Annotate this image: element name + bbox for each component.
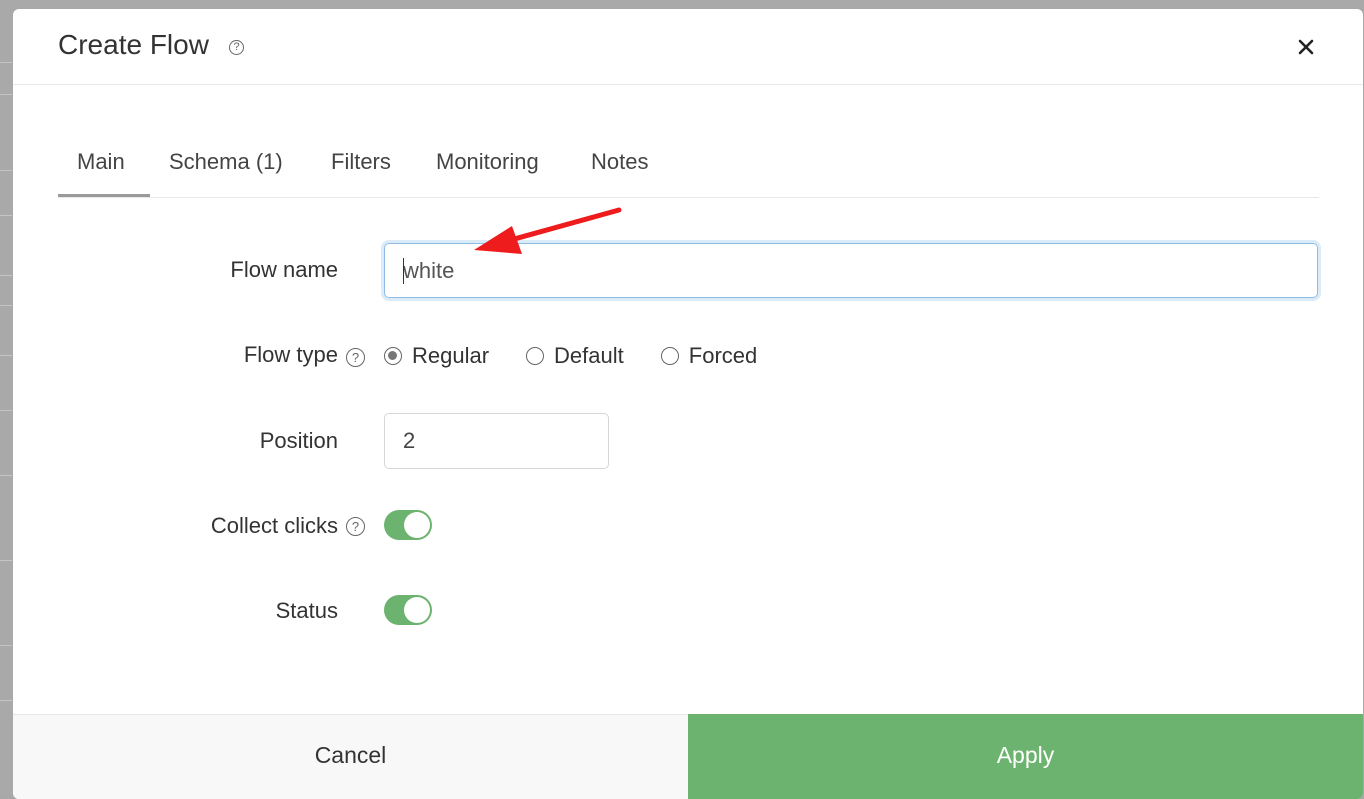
flow-type-label: Flow type — [243, 342, 338, 367]
toggle-knob — [404, 597, 430, 623]
apply-button[interactable]: Apply — [688, 714, 1363, 799]
dialog-footer: Cancel Apply — [13, 714, 1363, 799]
tab-filters[interactable]: Filters — [331, 149, 391, 175]
text-caret — [403, 258, 404, 284]
radio-button[interactable] — [526, 347, 545, 365]
active-tab-indicator — [58, 194, 150, 197]
background-divider — [0, 560, 12, 561]
background-divider — [0, 62, 12, 63]
background-divider — [0, 700, 12, 701]
tab-monitoring[interactable]: Monitoring — [436, 149, 539, 175]
background-divider — [0, 645, 12, 646]
background-divider — [0, 355, 12, 356]
radio-label: Default — [554, 343, 624, 368]
status-toggle[interactable] — [384, 595, 432, 625]
background-divider — [0, 215, 12, 216]
background-divider — [0, 170, 12, 171]
flow-type-forced-radio[interactable]: Forced — [660, 343, 758, 369]
background-divider — [0, 475, 12, 476]
cancel-button[interactable]: Cancel — [13, 714, 688, 799]
status-label: Status — [275, 598, 338, 623]
question-circle-icon[interactable]: ? — [346, 348, 365, 367]
background-divider — [0, 275, 12, 276]
tab-bar: Main Schema (1) Filters Monitoring Notes — [58, 137, 1319, 198]
background-divider — [0, 410, 12, 411]
question-circle-icon[interactable]: ? — [229, 40, 244, 55]
position-label: Position — [259, 428, 338, 453]
flow-type-regular-radio[interactable]: Regular — [384, 343, 489, 369]
tab-notes[interactable]: Notes — [591, 149, 648, 175]
collect-clicks-label: Collect clicks — [210, 513, 338, 538]
dialog-header: Create Flow ? — [13, 9, 1363, 85]
flow-name-label: Flow name — [230, 257, 338, 282]
flow-name-value: white — [403, 258, 455, 283]
flow-type-radio-group: Regular Default Forced — [384, 341, 794, 371]
dialog-title: Create Flow — [58, 29, 209, 60]
radio-button-checked[interactable] — [384, 347, 402, 365]
question-circle-icon[interactable]: ? — [346, 517, 365, 536]
toggle-knob — [404, 512, 430, 538]
create-flow-dialog: Create Flow ? Main Schema (1) Filters Mo… — [13, 9, 1363, 799]
radio-button[interactable] — [660, 347, 679, 365]
position-input[interactable]: 2 — [384, 413, 609, 469]
flow-type-default-radio[interactable]: Default — [526, 343, 624, 369]
radio-label: Regular — [412, 343, 490, 368]
close-icon[interactable] — [1294, 35, 1318, 59]
background-divider — [0, 94, 12, 95]
background-divider — [0, 305, 12, 306]
tab-schema[interactable]: Schema (1) — [169, 149, 283, 175]
radio-label: Forced — [688, 343, 758, 368]
tab-main[interactable]: Main — [77, 149, 125, 175]
collect-clicks-toggle[interactable] — [384, 510, 432, 540]
flow-name-input[interactable]: white — [384, 243, 1318, 298]
